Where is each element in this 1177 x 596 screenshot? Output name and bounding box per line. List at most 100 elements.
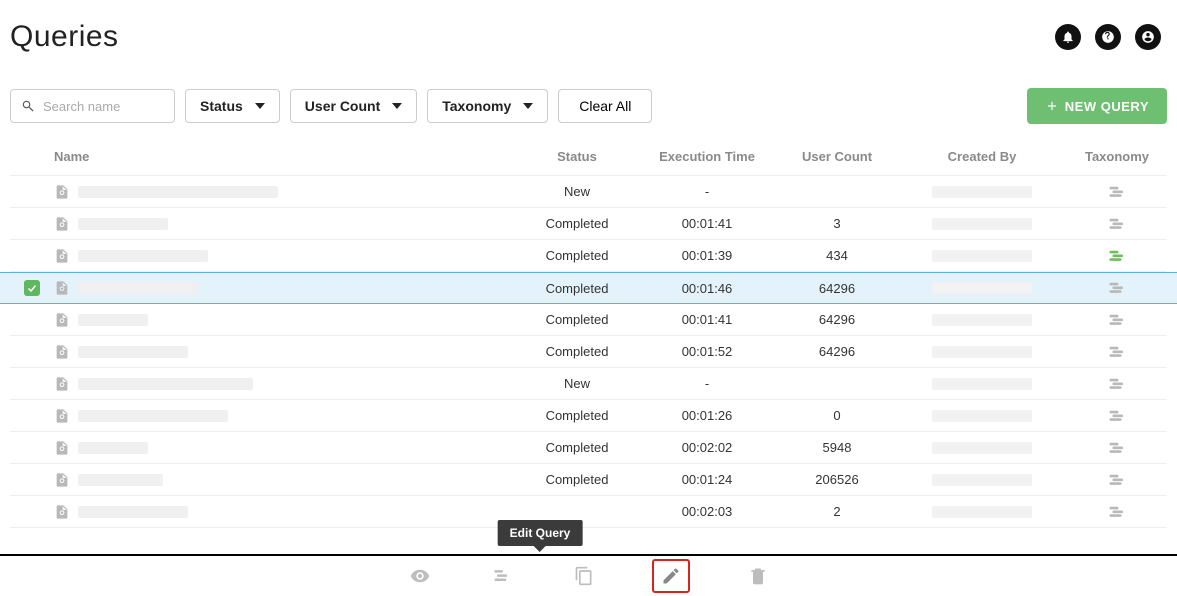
query-name-placeholder: [78, 506, 188, 518]
taxonomy-icon: [1108, 345, 1126, 359]
edit-button[interactable]: [652, 559, 690, 593]
query-name-placeholder: [78, 378, 253, 390]
cell-taxonomy[interactable]: [1067, 409, 1167, 423]
cell-user-count: 3: [777, 216, 897, 231]
help-icon[interactable]: [1095, 24, 1121, 50]
table-row[interactable]: New-: [10, 368, 1167, 400]
table-row[interactable]: Completed00:01:4664296: [0, 272, 1177, 304]
table-row[interactable]: New-: [10, 176, 1167, 208]
copy-button[interactable]: [570, 562, 598, 590]
query-icon: [54, 440, 70, 456]
table-row[interactable]: Completed00:01:5264296: [10, 336, 1167, 368]
search-input-wrap[interactable]: [10, 89, 175, 123]
cell-exec: -: [637, 184, 777, 199]
cell-user-count: 434: [777, 248, 897, 263]
cell-status: New: [517, 376, 637, 391]
table-row[interactable]: Completed00:01:260: [10, 400, 1167, 432]
view-button[interactable]: [406, 562, 434, 590]
query-icon: [54, 184, 70, 200]
cell-taxonomy[interactable]: [1067, 345, 1167, 359]
cell-exec: 00:01:52: [637, 344, 777, 359]
taxonomy-icon: [1108, 377, 1126, 391]
cell-exec: 00:01:24: [637, 472, 777, 487]
query-name-placeholder: [78, 442, 148, 454]
col-user[interactable]: User Count: [777, 149, 897, 164]
cell-created-by: [897, 314, 1067, 326]
eye-icon: [410, 566, 430, 586]
filter-taxonomy-label: Taxonomy: [442, 98, 511, 114]
cell-status: Completed: [517, 248, 637, 263]
new-query-button[interactable]: NEW QUERY: [1027, 88, 1167, 124]
query-name-placeholder: [78, 218, 168, 230]
action-bar: [0, 554, 1177, 596]
filter-status[interactable]: Status: [185, 89, 280, 123]
copy-icon: [574, 566, 594, 586]
query-name-placeholder: [78, 410, 228, 422]
cell-user-count: 0: [777, 408, 897, 423]
cell-created-by: [897, 506, 1067, 518]
cell-taxonomy[interactable]: [1067, 185, 1167, 199]
table-row[interactable]: Completed00:01:413: [10, 208, 1167, 240]
cell-created-by: [897, 442, 1067, 454]
query-icon: [54, 280, 70, 296]
query-name-placeholder: [78, 314, 148, 326]
col-status[interactable]: Status: [517, 149, 637, 164]
cell-user-count: 64296: [777, 281, 897, 296]
taxonomy-icon: [1108, 441, 1126, 455]
taxonomy-button[interactable]: [488, 562, 516, 590]
cell-exec: -: [637, 376, 777, 391]
cell-exec: 00:01:46: [637, 281, 777, 296]
col-exec[interactable]: Execution Time: [637, 149, 777, 164]
table-row[interactable]: Completed00:02:025948: [10, 432, 1167, 464]
cell-status: New: [517, 184, 637, 199]
col-tax[interactable]: Taxonomy: [1067, 149, 1167, 164]
cell-created-by: [897, 474, 1067, 486]
chevron-down-icon: [392, 103, 402, 109]
table-row[interactable]: 00:02:032: [10, 496, 1167, 528]
search-icon: [21, 99, 35, 113]
clear-all-button[interactable]: Clear All: [558, 89, 652, 123]
tooltip-edit-query: Edit Query: [498, 520, 583, 546]
filter-taxonomy[interactable]: Taxonomy: [427, 89, 548, 123]
query-name-placeholder: [78, 250, 208, 262]
cell-taxonomy[interactable]: [1067, 473, 1167, 487]
cell-taxonomy[interactable]: [1067, 281, 1167, 295]
table-row[interactable]: Completed00:01:24206526: [10, 464, 1167, 496]
taxonomy-icon: [1108, 281, 1126, 295]
cell-status: Completed: [517, 440, 637, 455]
cell-status: Completed: [517, 408, 637, 423]
cell-taxonomy[interactable]: [1067, 249, 1167, 263]
query-icon: [54, 504, 70, 520]
cell-taxonomy[interactable]: [1067, 441, 1167, 455]
pencil-icon: [661, 566, 681, 586]
cell-user-count: 2: [777, 504, 897, 519]
delete-button[interactable]: [744, 562, 772, 590]
cell-taxonomy[interactable]: [1067, 313, 1167, 327]
query-icon: [54, 344, 70, 360]
plus-icon: [1045, 99, 1059, 113]
filter-user-count[interactable]: User Count: [290, 89, 417, 123]
query-name-placeholder: [78, 186, 278, 198]
query-icon: [54, 376, 70, 392]
trash-icon: [748, 566, 768, 586]
filter-user-count-label: User Count: [305, 98, 380, 114]
account-icon[interactable]: [1135, 24, 1161, 50]
table-row[interactable]: Completed00:01:39434: [10, 240, 1167, 272]
notifications-icon[interactable]: [1055, 24, 1081, 50]
table-header: Name Status Execution Time User Count Cr…: [10, 138, 1167, 176]
cell-taxonomy[interactable]: [1067, 217, 1167, 231]
cell-exec: 00:01:39: [637, 248, 777, 263]
col-created[interactable]: Created By: [897, 149, 1067, 164]
cell-taxonomy[interactable]: [1067, 505, 1167, 519]
row-checkbox[interactable]: [24, 280, 40, 296]
table-row[interactable]: Completed00:01:4164296: [10, 304, 1167, 336]
cell-created-by: [897, 378, 1067, 390]
new-query-label: NEW QUERY: [1065, 99, 1149, 114]
taxonomy-icon: [1108, 185, 1126, 199]
cell-taxonomy[interactable]: [1067, 377, 1167, 391]
cell-exec: 00:02:03: [637, 504, 777, 519]
search-input[interactable]: [41, 98, 164, 115]
cell-status: Completed: [517, 312, 637, 327]
cell-exec: 00:01:41: [637, 216, 777, 231]
col-name[interactable]: Name: [54, 149, 517, 164]
